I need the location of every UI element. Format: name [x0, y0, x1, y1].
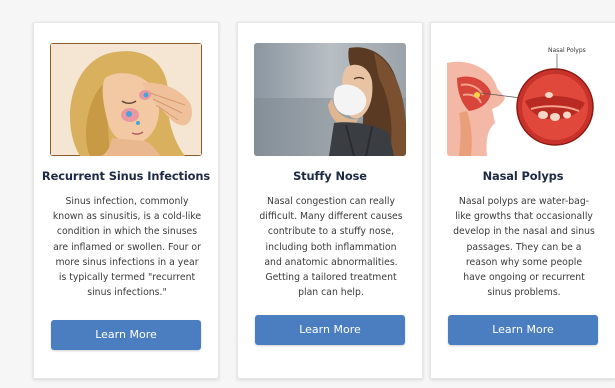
description-line: condition in which the sinuses [56, 226, 198, 238]
learn-more-button[interactable]: Learn More [448, 315, 598, 345]
card-nasal-polyps: Nasal Polyps Nasal Polyps Nasal polyps a… [430, 22, 615, 379]
description-line: including both inflammation [265, 241, 397, 253]
card-description: Nasal congestion can really difficult. M… [248, 194, 414, 300]
description-line: sinus problems. [487, 287, 561, 299]
description-line: Nasal polyps are water-bag- [458, 196, 590, 207]
learn-more-button[interactable]: Learn More [255, 315, 405, 345]
card-stuffy-nose: Stuffy Nose Nasal congestion can really … [237, 22, 423, 379]
learn-more-button[interactable]: Learn More [51, 320, 201, 350]
description-line: is typically termed "recurrent [58, 272, 196, 284]
description-line: difficult. Many different causes [259, 211, 403, 223]
description-line: plan can help. [298, 287, 364, 299]
description-line: like growths that occasionally [455, 211, 593, 223]
card-title: Stuffy Nose [293, 169, 367, 183]
description-line: and anatomic abnormalities. [264, 256, 398, 268]
description-line: more sinus infections in a year [55, 256, 199, 268]
description-line: Nasal congestion can really [266, 196, 395, 207]
description-line: have ongoing or recurrent [463, 272, 585, 284]
description-line: passages. They can be a [466, 241, 582, 253]
nasal-polyps-diagram: Nasal Polyps [447, 43, 599, 156]
description-line: contribute to a stuffy nose, [267, 226, 395, 238]
description-line: sinus infections." [87, 287, 167, 299]
card-recurrent-sinus-infections: Recurrent Sinus Infections Sinus infecti… [33, 22, 219, 379]
card-description: Nasal polyps are water-bag- like growths… [441, 194, 607, 300]
description-line: are inflamed or swollen. Four or [53, 241, 201, 253]
service-cards: Recurrent Sinus Infections Sinus infecti… [0, 0, 615, 388]
card-title: Recurrent Sinus Infections [41, 169, 211, 183]
description-line: Sinus infection, commonly [65, 196, 189, 207]
description-line: known as sinusitis, is a cold-like [52, 211, 202, 223]
card-title: Nasal Polyps [482, 169, 564, 183]
description-line: reason why some people [465, 256, 583, 268]
description-line: develop in the nasal and sinus [453, 226, 595, 238]
sinus-pain-illustration [50, 43, 202, 156]
card-description: Sinus infection, commonly known as sinus… [44, 194, 210, 300]
blowing-nose-photo [254, 43, 406, 156]
description-line: Getting a tailored treatment [265, 272, 397, 284]
diagram-label: Nasal Polyps [548, 47, 586, 54]
